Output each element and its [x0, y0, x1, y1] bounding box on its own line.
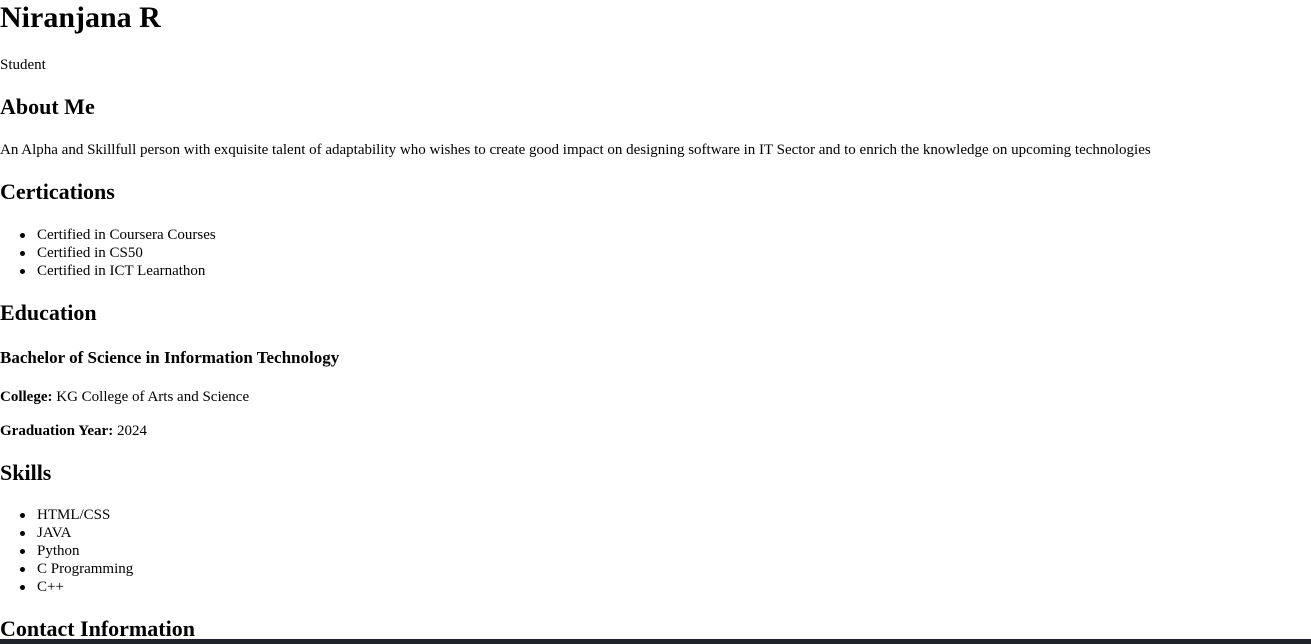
certification-item: Certified in CS50 [0, 244, 600, 262]
college-line: College: KG College of Arts and Science [0, 388, 249, 406]
about-heading: About Me [0, 94, 95, 119]
college-label: College: [0, 389, 53, 405]
college-value: KG College of Arts and Science [56, 389, 250, 405]
resume-page: Niranjana R Student About Me An Alpha an… [0, 0, 1311, 644]
education-heading: Education [0, 300, 97, 325]
profile-role: Student [0, 57, 46, 73]
certifications-heading: Certications [0, 179, 115, 204]
graduation-year-value: 2024 [116, 423, 147, 439]
skills-list: HTML/CSS JAVA Python C Programming C++ [0, 506, 600, 596]
skill-item: C Programming [0, 560, 600, 578]
skill-item: C++ [0, 578, 600, 596]
skill-item: JAVA [0, 524, 600, 542]
skill-item: HTML/CSS [0, 506, 600, 524]
certifications-list: Certified in Coursera Courses Certified … [0, 226, 600, 280]
profile-name: Niranjana R [0, 1, 161, 34]
graduation-year-line: Graduation Year: 2024 [0, 422, 147, 440]
graduation-year-label: Graduation Year: [0, 423, 114, 439]
horizontal-scrollbar[interactable] [0, 639, 1311, 644]
skills-heading: Skills [0, 460, 52, 485]
about-text: An Alpha and Skillfull person with exqui… [0, 142, 1151, 158]
certification-item: Certified in Coursera Courses [0, 226, 600, 244]
skill-item: Python [0, 542, 600, 560]
degree-title: Bachelor of Science in Information Techn… [0, 348, 340, 367]
certification-item: Certified in ICT Learnathon [0, 262, 600, 280]
